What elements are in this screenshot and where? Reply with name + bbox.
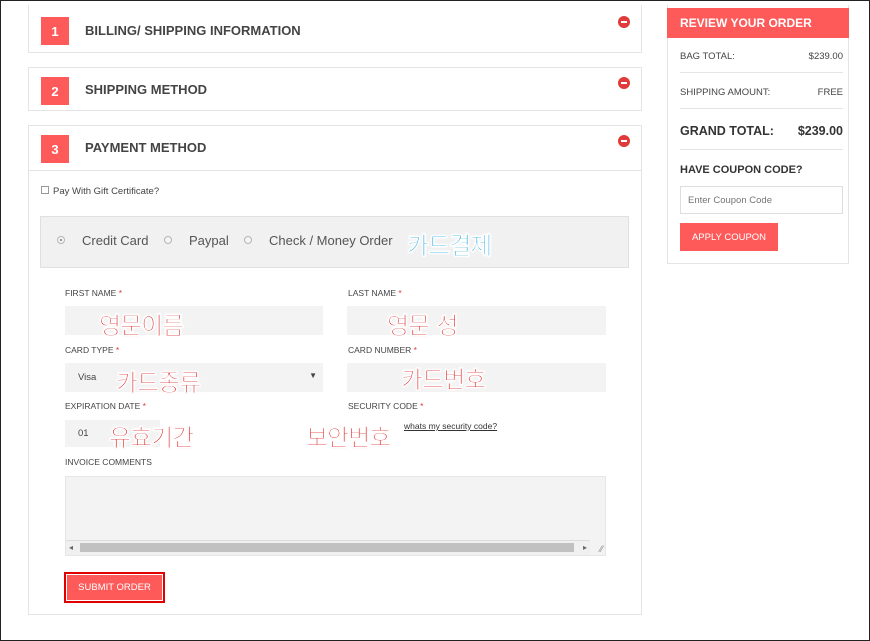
step-billing-shipping[interactable]: 1 BILLING/ SHIPPING INFORMATION xyxy=(28,5,642,53)
bag-total-row: BAG TOTAL: $239.00 xyxy=(680,39,843,73)
security-code-help-link[interactable]: whats my security code? xyxy=(404,421,497,431)
apply-coupon-button[interactable]: APPLY COUPON xyxy=(680,223,778,251)
gift-certificate-checkbox[interactable] xyxy=(41,186,49,194)
annotation-security: 보안번호 xyxy=(306,424,392,453)
coupon-heading: HAVE COUPON CODE? xyxy=(680,164,803,176)
step-title: PAYMENT METHOD xyxy=(85,140,207,155)
annotation-last-name: 영문 성 xyxy=(387,312,459,341)
invoice-comments-label: INVOICE COMMENTS xyxy=(65,457,152,467)
shipping-amount-label: SHIPPING AMOUNT: xyxy=(680,87,771,98)
radio-check-money-order[interactable] xyxy=(244,236,252,244)
gift-certificate-label: Pay With Gift Certificate? xyxy=(53,186,160,197)
step-number: 2 xyxy=(41,77,69,105)
step-title: SHIPPING METHOD xyxy=(85,82,208,97)
collapse-icon[interactable] xyxy=(618,77,630,89)
step-number: 3 xyxy=(41,135,69,163)
invoice-comments-textarea[interactable]: ◂ ▸ ⁄⁄ xyxy=(65,476,606,556)
radio-paypal[interactable] xyxy=(164,236,172,244)
scrollbar-thumb[interactable] xyxy=(80,543,574,552)
radio-credit-card[interactable] xyxy=(57,236,65,244)
bag-total-value: $239.00 xyxy=(808,51,843,62)
annotation-first-name: 영문이름 xyxy=(99,312,185,341)
card-number-label: CARD NUMBER * xyxy=(348,345,417,355)
horizontal-scrollbar[interactable]: ◂ ▸ xyxy=(66,540,590,555)
bag-total-label: BAG TOTAL: xyxy=(680,51,735,62)
shipping-amount-value: FREE xyxy=(817,87,843,98)
grand-total-label: GRAND TOTAL: xyxy=(680,124,774,138)
annotation-expiration: 유효기간 xyxy=(109,424,195,453)
order-summary-title: REVIEW YOUR ORDER xyxy=(667,8,849,38)
card-type-value: Visa xyxy=(78,372,97,383)
radio-label-credit-card: Credit Card xyxy=(82,233,149,248)
collapse-icon[interactable] xyxy=(618,16,630,28)
step-number: 1 xyxy=(41,17,69,45)
divider xyxy=(29,170,641,171)
resize-handle-icon[interactable]: ⁄⁄ xyxy=(600,544,603,554)
first-name-label: FIRST NAME * xyxy=(65,288,123,298)
radio-label-check-money-order: Check / Money Order xyxy=(269,233,393,248)
card-type-label: CARD TYPE * xyxy=(65,345,120,355)
coupon-code-input[interactable] xyxy=(680,186,843,214)
expiration-date-label: EXPIRATION DATE * xyxy=(65,401,146,411)
chevron-down-icon: ▼ xyxy=(309,371,317,380)
annotation-card-number: 카드번호 xyxy=(401,366,487,395)
grand-total-value: $239.00 xyxy=(797,124,843,138)
annotation-card-type: 카드종류 xyxy=(116,369,202,398)
step-shipping-method[interactable]: 2 SHIPPING METHOD xyxy=(28,67,642,111)
scroll-left-icon[interactable]: ◂ xyxy=(69,543,73,552)
scroll-right-icon[interactable]: ▸ xyxy=(583,543,587,552)
grand-total-row: GRAND TOTAL: $239.00 xyxy=(680,109,843,150)
submit-order-button[interactable]: SUBMIT ORDER xyxy=(67,575,162,600)
radio-label-paypal: Paypal xyxy=(189,233,229,248)
last-name-input[interactable] xyxy=(347,306,606,335)
collapse-icon[interactable] xyxy=(618,135,630,147)
last-name-label: LAST NAME * xyxy=(348,288,402,298)
shipping-amount-row: SHIPPING AMOUNT: FREE xyxy=(680,73,843,109)
annotation-card-payment: 카드결제 xyxy=(407,232,493,261)
security-code-label: SECURITY CODE * xyxy=(348,401,424,411)
step-title: BILLING/ SHIPPING INFORMATION xyxy=(85,23,301,38)
expiration-month-value: 01 xyxy=(78,428,89,439)
